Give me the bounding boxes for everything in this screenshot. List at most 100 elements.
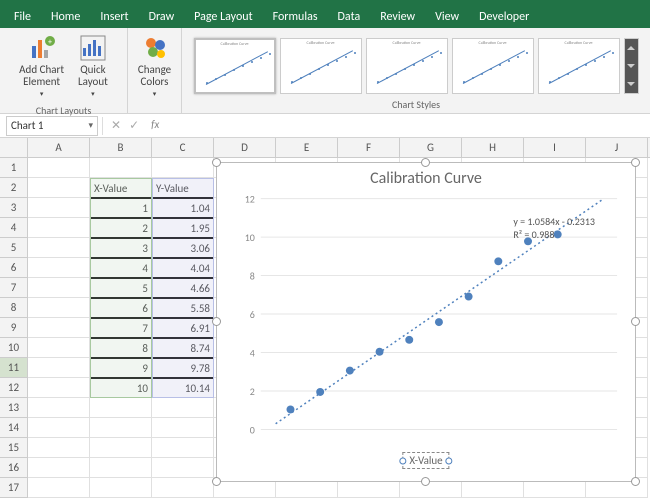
chart-style-thumb[interactable]: Calibration Curve	[280, 38, 362, 94]
row-header[interactable]: 12	[0, 378, 28, 398]
menu-tab-developer[interactable]: Developer	[469, 7, 539, 27]
cell[interactable]	[28, 278, 90, 298]
row-header[interactable]: 15	[0, 438, 28, 458]
formula-input[interactable]	[167, 119, 650, 132]
add-chart-element-button[interactable]: + Add Chart Element ▾	[15, 32, 68, 102]
cell[interactable]: 6.91	[152, 318, 214, 338]
row-header[interactable]: 14	[0, 418, 28, 438]
cell[interactable]: 1.95	[152, 218, 214, 238]
menu-tab-file[interactable]: File	[4, 7, 41, 27]
quick-layout-button[interactable]: Quick Layout ▾	[74, 32, 112, 102]
cell[interactable]: 7	[90, 318, 152, 338]
cell[interactable]: Y-Value	[152, 178, 214, 198]
cell[interactable]	[28, 298, 90, 318]
row-header[interactable]: 2	[0, 178, 28, 198]
menu-tab-draw[interactable]: Draw	[139, 7, 185, 27]
cell[interactable]: 4	[90, 258, 152, 278]
cell[interactable]	[152, 398, 214, 418]
cell[interactable]	[28, 218, 90, 238]
row-header[interactable]: 3	[0, 198, 28, 218]
cell[interactable]	[90, 458, 152, 478]
menu-tab-formulas[interactable]: Formulas	[263, 7, 328, 27]
cell[interactable]	[28, 338, 90, 358]
cell[interactable]: 1.04	[152, 198, 214, 218]
cell[interactable]: 4.04	[152, 258, 214, 278]
row-header[interactable]: 13	[0, 398, 28, 418]
cell[interactable]: 5.58	[152, 298, 214, 318]
cell[interactable]	[90, 438, 152, 458]
cell[interactable]: 9.78	[152, 358, 214, 378]
row-header[interactable]: 4	[0, 218, 28, 238]
column-header[interactable]: C	[152, 138, 214, 157]
cell[interactable]: 1	[90, 198, 152, 218]
column-header[interactable]: E	[276, 138, 338, 157]
select-all-corner[interactable]	[0, 138, 28, 157]
cell[interactable]	[28, 378, 90, 398]
row-header[interactable]: 11	[0, 358, 28, 378]
cell[interactable]	[28, 358, 90, 378]
x-axis-label-editing[interactable]: X-Value	[402, 452, 449, 469]
cell[interactable]: 9	[90, 358, 152, 378]
column-header[interactable]: I	[524, 138, 586, 157]
cell[interactable]: X-Value	[90, 178, 152, 198]
cell[interactable]	[28, 458, 90, 478]
cell[interactable]: 10	[90, 378, 152, 398]
cell[interactable]	[28, 318, 90, 338]
column-header[interactable]: A	[28, 138, 90, 157]
cell[interactable]: 3.06	[152, 238, 214, 258]
cell[interactable]	[90, 158, 152, 178]
cell[interactable]	[152, 158, 214, 178]
cell[interactable]: 2	[90, 218, 152, 238]
cell[interactable]: 8.74	[152, 338, 214, 358]
menu-tab-home[interactable]: Home	[41, 7, 90, 27]
column-header[interactable]: G	[400, 138, 462, 157]
cell[interactable]	[152, 478, 214, 498]
cell[interactable]	[28, 198, 90, 218]
row-header[interactable]: 7	[0, 278, 28, 298]
chart-title[interactable]: Calibration Curve	[217, 163, 635, 192]
cell[interactable]	[90, 398, 152, 418]
menu-tab-page-layout[interactable]: Page Layout	[184, 7, 262, 27]
cell[interactable]: 4.66	[152, 278, 214, 298]
row-header[interactable]: 5	[0, 238, 28, 258]
cell[interactable]	[28, 418, 90, 438]
cell[interactable]	[90, 478, 152, 498]
cell[interactable]	[152, 438, 214, 458]
menu-tab-insert[interactable]: Insert	[90, 7, 138, 27]
row-header[interactable]: 9	[0, 318, 28, 338]
cell[interactable]	[28, 398, 90, 418]
embedded-chart[interactable]: Calibration Curve 024681012 y = 1.0584x …	[216, 162, 636, 482]
cell[interactable]: 8	[90, 338, 152, 358]
column-header[interactable]: J	[586, 138, 648, 157]
cell[interactable]	[90, 418, 152, 438]
row-header[interactable]: 16	[0, 458, 28, 478]
row-header[interactable]: 1	[0, 158, 28, 178]
row-header[interactable]: 8	[0, 298, 28, 318]
cell[interactable]: 6	[90, 298, 152, 318]
cell[interactable]	[152, 458, 214, 478]
menu-tab-data[interactable]: Data	[328, 7, 371, 27]
cell[interactable]	[28, 438, 90, 458]
gallery-scroll-button[interactable]	[624, 38, 639, 94]
row-header[interactable]: 6	[0, 258, 28, 278]
fx-icon[interactable]: fx	[147, 118, 159, 133]
cell[interactable]: 3	[90, 238, 152, 258]
row-header[interactable]: 10	[0, 338, 28, 358]
cell[interactable]	[28, 178, 90, 198]
column-header[interactable]: F	[338, 138, 400, 157]
cell[interactable]	[28, 158, 90, 178]
column-header[interactable]: B	[90, 138, 152, 157]
cell[interactable]: 10.14	[152, 378, 214, 398]
chart-style-thumb[interactable]: Calibration Curve	[452, 38, 534, 94]
cell[interactable]	[28, 258, 90, 278]
menu-tab-review[interactable]: Review	[370, 7, 425, 27]
cell[interactable]	[28, 478, 90, 498]
chart-style-thumb[interactable]: Calibration Curve	[538, 38, 620, 94]
chart-style-thumb[interactable]: Calibration Curve	[366, 38, 448, 94]
menu-tab-view[interactable]: View	[425, 7, 469, 27]
chart-style-thumb[interactable]: Calibration Curve	[194, 38, 276, 94]
column-header[interactable]: D	[214, 138, 276, 157]
change-colors-button[interactable]: Change Colors ▾	[134, 32, 175, 102]
cell[interactable]: 5	[90, 278, 152, 298]
cell[interactable]	[28, 238, 90, 258]
